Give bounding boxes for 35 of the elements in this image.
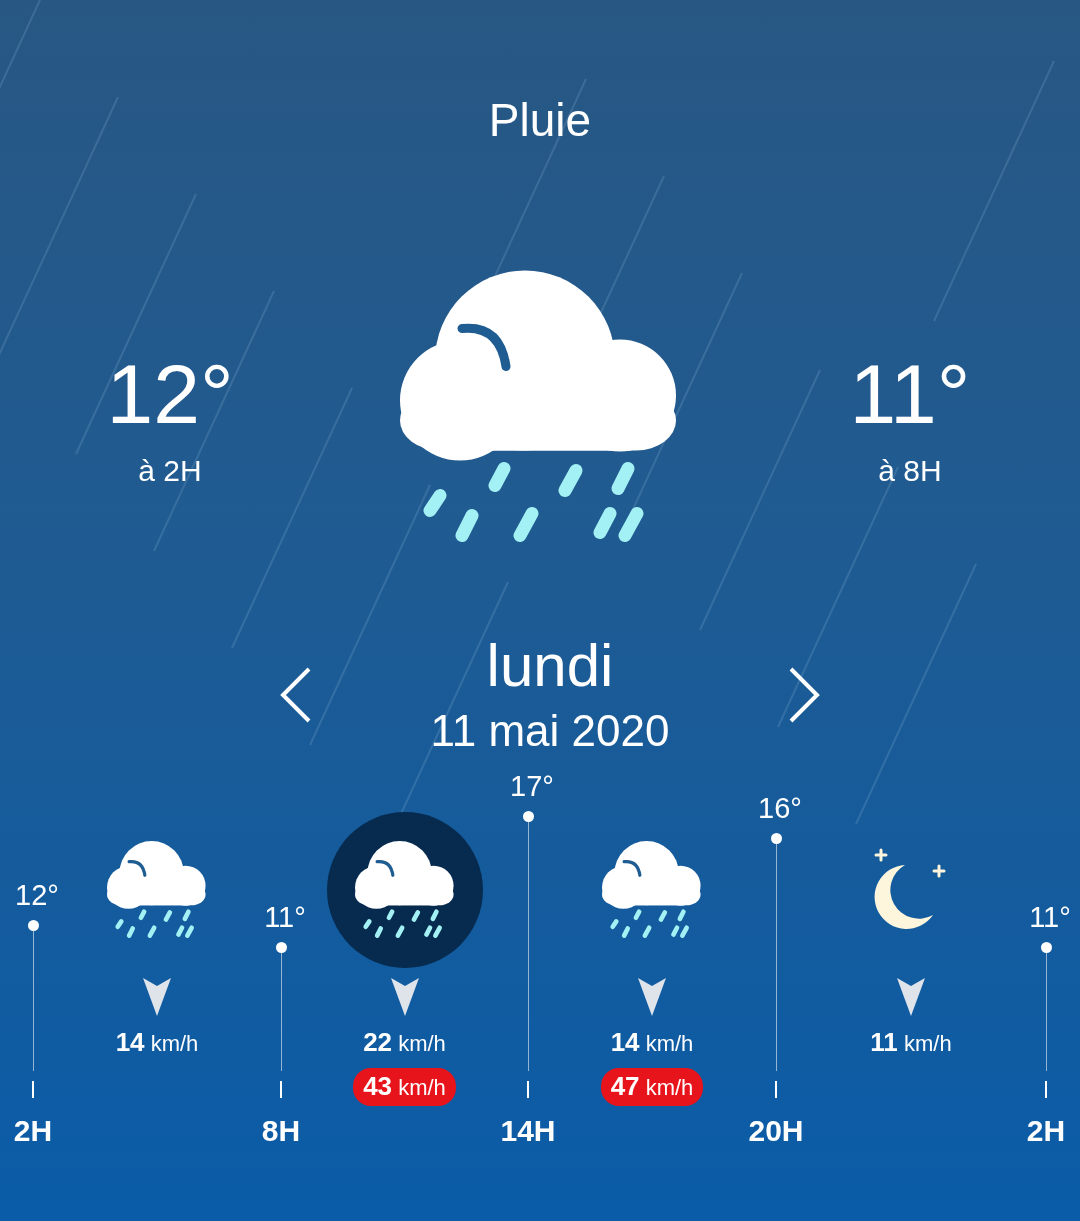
- min-time: à 8H: [878, 454, 942, 488]
- wind-speed: 14 km/h: [610, 1028, 694, 1058]
- temperature-dot: [1040, 941, 1052, 953]
- hour-label: 2H: [13, 1114, 53, 1148]
- gust-speed-badge: 43 km/h: [353, 1068, 456, 1106]
- wind-speed: 22 km/h: [363, 1028, 446, 1058]
- temperature-dot: [27, 920, 39, 931]
- date: 11 mai 2020: [430, 706, 670, 756]
- wind-arrow-icon: [897, 978, 925, 1016]
- hour-label: 8H: [261, 1114, 301, 1148]
- temperature-label: 16°: [758, 791, 802, 824]
- rain-cloud-icon: [602, 840, 702, 940]
- hour-label: 20H: [748, 1114, 804, 1148]
- wind-arrow-icon: [390, 978, 419, 1016]
- gust-speed-badge: 47 km/h: [600, 1068, 704, 1106]
- rain-cloud-icon: [107, 840, 207, 940]
- min-temperature: 11°: [849, 352, 971, 436]
- condition-title: Pluie: [488, 93, 592, 148]
- temperature-dot: [770, 832, 782, 844]
- wind-arrow-icon: [143, 978, 171, 1016]
- max-time: à 2H: [138, 454, 202, 488]
- rain-cloud-icon: [354, 840, 455, 940]
- hour-label: 14H: [500, 1114, 556, 1148]
- temperature-label: 11°: [264, 900, 306, 933]
- wind-speed: 11 km/h: [870, 1028, 952, 1058]
- temperature-label: 17°: [510, 770, 554, 802]
- day-name: lundi: [486, 634, 614, 698]
- temperature-dot: [275, 941, 287, 953]
- hour-label: 2H: [1026, 1114, 1066, 1148]
- wind-speed: 14 km/h: [115, 1028, 199, 1058]
- temperature-label: 12°: [15, 879, 59, 911]
- wind-arrow-icon: [638, 978, 666, 1016]
- temperature-dot: [522, 811, 534, 822]
- temperature-label: 11°: [1029, 900, 1071, 933]
- max-temperature: 12°: [106, 352, 234, 436]
